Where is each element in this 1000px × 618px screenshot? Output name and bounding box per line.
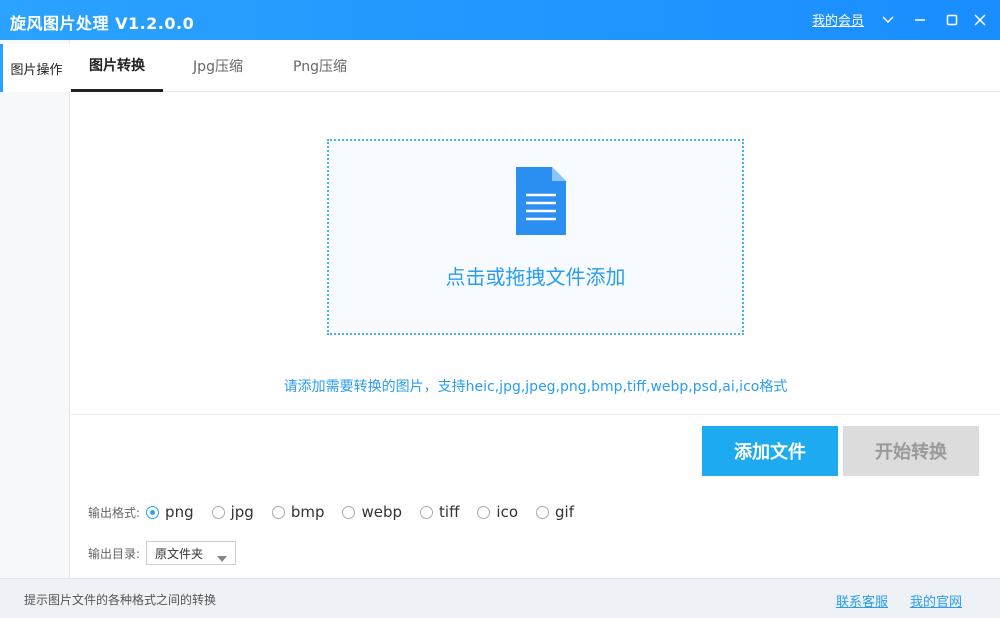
radio-webp[interactable] — [342, 505, 356, 519]
radio-tiff[interactable] — [420, 505, 434, 519]
chevron-down-icon[interactable] — [878, 10, 898, 30]
output-dir-select[interactable]: 原文件夹 — [146, 541, 237, 565]
supported-formats-hint: 请添加需要转换的图片，支持heic,jpg,jpeg,png,bmp,tiff,… — [283, 379, 788, 395]
title-bar: 旋风图片处理 V1.2.0.0 我的会员 — [0, 0, 1000, 40]
sidebar-item-image-operations[interactable]: 图片操作 — [0, 44, 70, 92]
output-dir-value: 原文件夹 — [155, 546, 204, 561]
add-files-button[interactable]: 添加文件 — [702, 426, 838, 476]
tab-bar: 图片转换 Jpg压缩 Png压缩 — [71, 40, 1000, 92]
contact-support-link[interactable]: 联系客服 — [836, 591, 888, 610]
dropzone-label: 点击或拖拽文件添加 — [445, 265, 626, 289]
format-option-jpg[interactable]: jpg — [211, 503, 254, 521]
format-option-webp[interactable]: webp — [342, 503, 402, 521]
format-option-bmp[interactable]: bmp — [271, 503, 324, 521]
tab-image-convert[interactable]: 图片转换 — [71, 40, 163, 92]
maximize-icon[interactable] — [942, 10, 962, 30]
radio-gif[interactable] — [536, 505, 550, 519]
radio-ico[interactable] — [477, 505, 491, 519]
format-option-png[interactable]: png — [146, 503, 194, 521]
output-dir-row: 输出目录: 原文件夹 — [88, 540, 237, 566]
footer-hint: 提示图片文件的各种格式之间的转换 — [24, 593, 217, 607]
output-dir-label: 输出目录: — [88, 546, 141, 561]
sidebar: 图片操作 — [0, 40, 70, 578]
radio-bmp[interactable] — [271, 505, 285, 519]
radio-png[interactable] — [146, 505, 160, 519]
format-option-ico[interactable]: ico — [477, 503, 518, 521]
start-convert-button[interactable]: 开始转换 — [843, 426, 979, 476]
file-dropzone[interactable]: 点击或拖拽文件添加 — [327, 139, 744, 335]
tab-png-compress[interactable]: Png压缩 — [275, 40, 365, 92]
caret-down-icon — [217, 551, 228, 565]
radio-jpg[interactable] — [211, 505, 225, 519]
format-option-tiff[interactable]: tiff — [420, 503, 459, 521]
output-format-label: 输出格式: — [88, 505, 141, 520]
minimize-icon[interactable] — [910, 10, 930, 30]
divider — [71, 414, 1000, 415]
official-site-link[interactable]: 我的官网 — [910, 591, 962, 610]
tab-jpg-compress[interactable]: Jpg压缩 — [173, 40, 263, 92]
format-option-gif[interactable]: gif — [536, 503, 574, 521]
my-membership-link[interactable]: 我的会员 — [812, 10, 864, 29]
close-icon[interactable] — [970, 10, 990, 30]
status-bar: 提示图片文件的各种格式之间的转换 联系客服 我的官网 — [0, 578, 1000, 618]
document-icon — [514, 165, 568, 237]
app-title: 旋风图片处理 V1.2.0.0 — [10, 14, 195, 33]
output-format-row: 输出格式: png jpg bmp webp tiff ico gif — [88, 500, 592, 524]
